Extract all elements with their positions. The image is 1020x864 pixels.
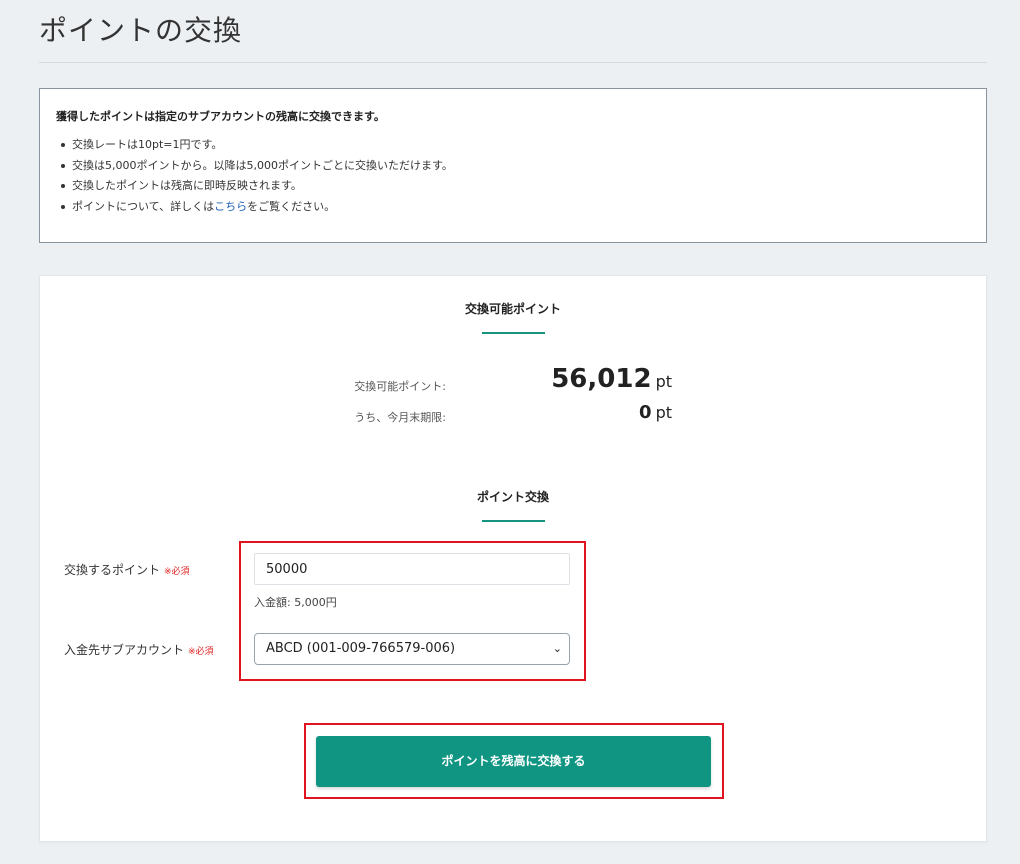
info-item: 交換したポイントは残高に即時反映されます。 xyxy=(56,179,970,192)
available-points-value: 56,012 pt xyxy=(472,364,672,394)
available-section-underline xyxy=(482,332,545,334)
info-box: 獲得したポイントは指定のサブアカウントの残高に交換できます。 交換レートは10p… xyxy=(39,88,987,243)
title-divider xyxy=(39,62,987,63)
info-item: 交換レートは10pt=1円です。 xyxy=(56,138,970,151)
expiring-points-value: 0 pt xyxy=(472,402,672,423)
exchange-submit-button[interactable]: ポイントを残高に交換する xyxy=(316,736,711,787)
exchange-section-underline xyxy=(482,520,545,522)
required-mark: ※必須 xyxy=(188,647,214,657)
expiring-points-number: 0 xyxy=(639,402,652,423)
info-item-prefix: ポイントについて、詳しくは xyxy=(72,199,215,213)
info-heading: 獲得したポイントは指定のサブアカウントの残高に交換できます。 xyxy=(56,110,385,123)
points-unit: pt xyxy=(655,372,672,391)
available-points-number: 56,012 xyxy=(551,364,652,394)
exchange-card: 交換可能ポイント 交換可能ポイント: 56,012 pt うち、今月末期限: 0p… xyxy=(39,275,987,842)
page-title: ポイントの交換 xyxy=(39,14,243,47)
info-list: 交換レートは10pt=1円です。 交換は5,000ポイントから。以降は5,000… xyxy=(56,138,970,213)
info-item: 交換は5,000ポイントから。以降は5,000ポイントごとに交換いただけます。 xyxy=(56,159,970,172)
expiring-points-label: うち、今月末期限: xyxy=(354,411,446,424)
highlight-box-fields xyxy=(239,541,586,681)
info-item-suffix: をご覧ください。 xyxy=(247,199,336,213)
available-points-label: 交換可能ポイント: xyxy=(354,380,446,393)
points-unit: pt xyxy=(655,403,672,422)
points-field-label: 交換するポイント ※必須 xyxy=(64,561,190,578)
available-section-title: 交換可能ポイント xyxy=(464,302,561,316)
points-field-label-text: 交換するポイント xyxy=(64,563,161,577)
account-field-label-text: 入金先サブアカウント xyxy=(64,643,185,657)
account-field-label: 入金先サブアカウント ※必須 xyxy=(64,641,214,658)
exchange-section-title: ポイント交換 xyxy=(476,490,549,504)
info-item-details: ポイントについて、詳しくはこちらをご覧ください。 xyxy=(56,200,970,213)
details-link[interactable]: こちら xyxy=(214,200,247,213)
required-mark: ※必須 xyxy=(164,567,190,577)
